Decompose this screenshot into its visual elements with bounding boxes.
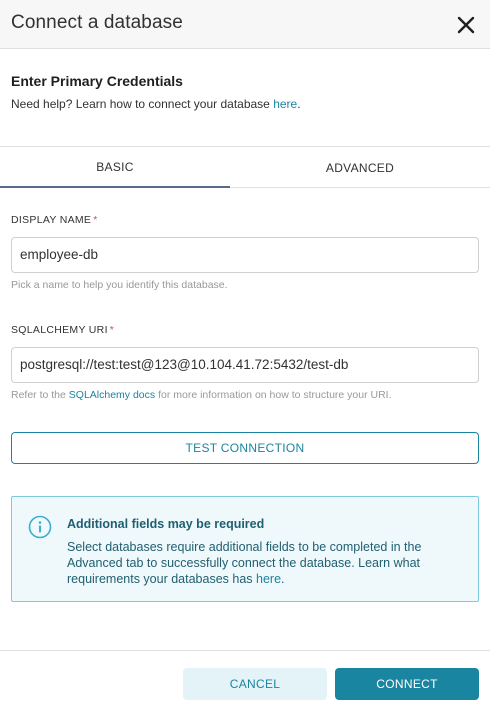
credentials-title: Enter Primary Credentials [11,73,183,89]
credentials-help: Need help? Learn how to connect your dat… [11,97,301,111]
credentials-help-suffix: . [297,97,301,111]
sqlalchemy-uri-helper: Refer to the SQLAlchemy docs for more in… [11,389,392,401]
tab-bar: BASIC ADVANCED [0,146,490,188]
sqlalchemy-uri-input[interactable]: postgresql://test:test@123@10.104.41.72:… [11,347,479,383]
modal-title: Connect a database [11,12,183,33]
cancel-button[interactable]: CANCEL [183,668,327,700]
test-connection-button[interactable]: TEST CONNECTION [11,432,479,464]
sqlalchemy-uri-label: SQLALCHEMY URI * [11,324,114,336]
close-button[interactable] [456,15,476,35]
modal-header: Connect a database [0,0,490,49]
tab-advanced[interactable]: ADVANCED [230,147,490,188]
sqlalchemy-docs-link[interactable]: SQLAlchemy docs [69,389,155,401]
display-name-helper: Pick a name to help you identify this da… [11,279,228,291]
alert-title: Additional fields may be required [67,517,265,531]
close-icon[interactable] [456,15,476,35]
credentials-help-text: Need help? Learn how to connect your dat… [11,97,274,111]
alert-body: Select databases require additional fiel… [67,539,467,587]
required-mark: * [109,324,115,336]
tab-basic[interactable]: BASIC [0,147,230,188]
alert-suffix: . [281,572,285,586]
info-alert: Additional fields may be required Select… [11,496,479,602]
required-mark: * [93,214,98,226]
info-icon [28,515,52,539]
alert-body-text: Select databases require additional fiel… [67,540,422,586]
connect-button[interactable]: CONNECT [335,668,479,700]
modal-footer: CANCEL CONNECT [0,650,490,709]
display-name-input[interactable]: employee-db [11,237,479,273]
display-name-label: DISPLAY NAME * [11,214,98,226]
sqlalchemy-uri-helper-prefix: Refer to the [11,389,69,401]
sqlalchemy-uri-label-text: SQLALCHEMY URI [11,324,108,336]
sqlalchemy-uri-helper-suffix: for more information on how to structure… [155,389,392,401]
display-name-label-text: DISPLAY NAME [11,214,92,226]
credentials-help-link[interactable]: here [273,97,297,111]
alert-link[interactable]: here [256,572,281,586]
